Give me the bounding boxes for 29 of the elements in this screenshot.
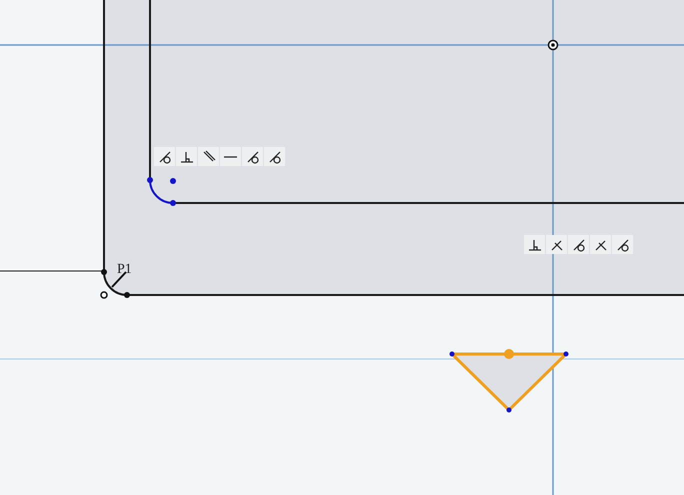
constraint-badge[interactable] bbox=[568, 235, 589, 254]
tangent-icon bbox=[268, 150, 282, 164]
sketch-point bbox=[124, 292, 130, 298]
constraint-badge[interactable] bbox=[546, 235, 567, 254]
tangent-icon bbox=[158, 150, 172, 164]
tangent-icon bbox=[572, 238, 586, 252]
perpendicular-icon bbox=[180, 150, 194, 164]
constraint-badge[interactable] bbox=[176, 147, 197, 166]
perpendicular-icon bbox=[528, 238, 542, 252]
sketch-point bbox=[101, 269, 107, 275]
arc-center-point bbox=[100, 291, 108, 299]
constraint-badge[interactable] bbox=[154, 147, 175, 166]
selected-arc bbox=[147, 177, 176, 206]
point-label: P1 bbox=[117, 263, 132, 277]
arc-center-point bbox=[170, 178, 176, 184]
constraint-badge[interactable] bbox=[198, 147, 219, 166]
constraint-badge[interactable] bbox=[612, 235, 633, 254]
angle-icon bbox=[550, 238, 564, 252]
constraint-badge[interactable] bbox=[590, 235, 611, 254]
origin-point bbox=[548, 40, 558, 50]
leader-line bbox=[111, 271, 127, 288]
tangent-icon bbox=[616, 238, 630, 252]
parallel-icon bbox=[202, 150, 216, 164]
angle-icon bbox=[594, 238, 608, 252]
constraint-badge[interactable] bbox=[220, 147, 241, 166]
constraint-badge[interactable] bbox=[524, 235, 545, 254]
tangent-icon bbox=[246, 150, 260, 164]
constraint-badge[interactable] bbox=[264, 147, 285, 166]
constraint-badge[interactable] bbox=[242, 147, 263, 166]
